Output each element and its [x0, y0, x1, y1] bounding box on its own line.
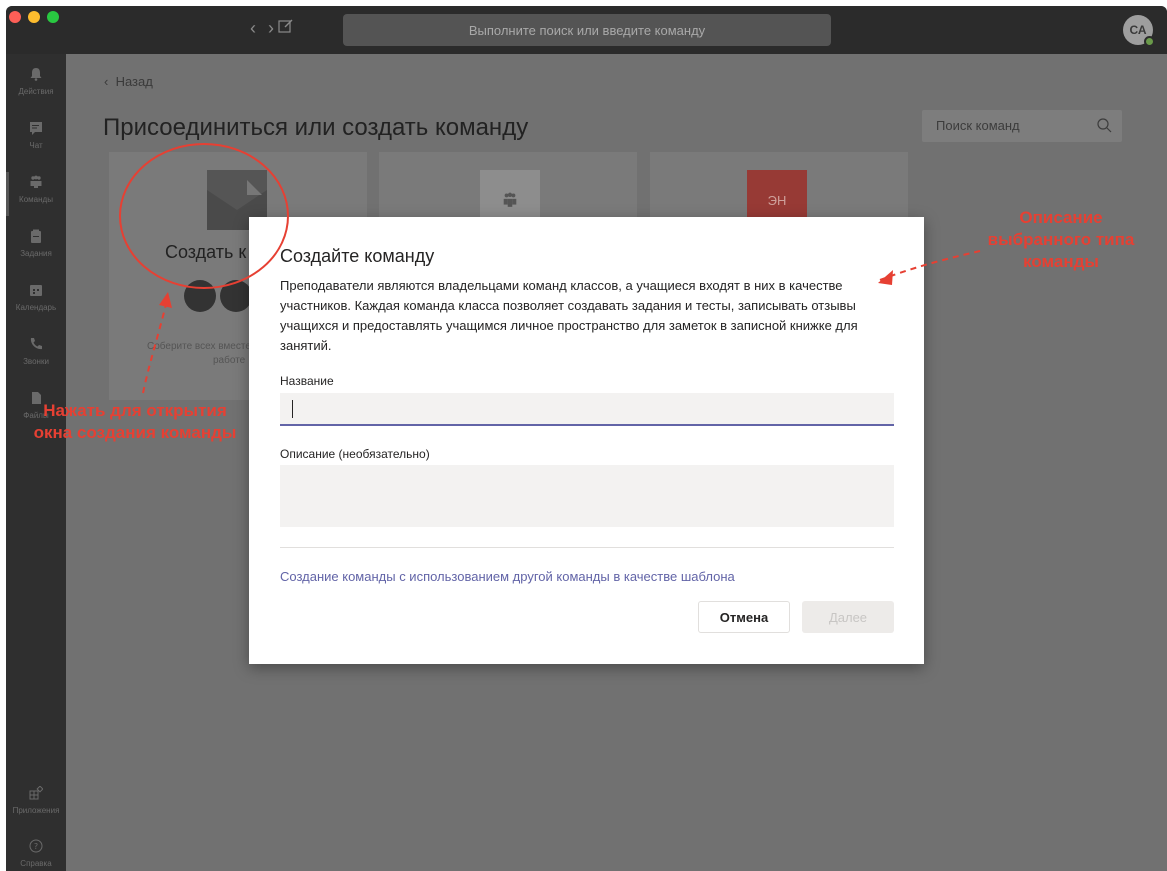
people-icon — [503, 192, 517, 207]
rail-item-help[interactable]: ? Справка — [6, 832, 66, 871]
back-link-label: Назад — [115, 74, 153, 89]
rail-item-label: Звонки — [23, 357, 49, 366]
command-search-input[interactable]: Выполните поиск или введите команду — [343, 14, 831, 46]
compose-icon[interactable] — [278, 18, 294, 34]
dialog-description: Преподаватели являются владельцами коман… — [280, 278, 858, 353]
forward-arrow-icon[interactable]: › — [268, 18, 274, 39]
card-title: Создать к — [165, 242, 247, 262]
annotation-create-team: Нажать для открытия окна создания команд… — [33, 401, 237, 442]
rail-item-apps[interactable]: Приложения — [6, 779, 66, 833]
chat-icon — [30, 122, 42, 135]
bell-icon — [30, 68, 42, 81]
cancel-button[interactable]: Отмена — [698, 601, 790, 633]
close-window-button[interactable] — [9, 11, 21, 23]
phone-icon — [30, 338, 42, 350]
rail-item-label: Календарь — [15, 303, 57, 312]
chevron-left-icon: ‹ — [104, 74, 116, 89]
name-field-label: Название — [280, 374, 334, 388]
team-description-input[interactable] — [280, 465, 894, 527]
rail-item-label: Команды — [19, 195, 53, 204]
rail-item-calendar[interactable]: Календарь — [6, 276, 66, 330]
rail-item-calls[interactable]: Звонки — [6, 330, 66, 384]
rail-item-label: Действия — [18, 87, 54, 96]
app-bar: Действия Чат Команды Задания Календарь З… — [6, 54, 66, 871]
rail-item-label: Справка — [20, 859, 52, 868]
minimize-window-button[interactable] — [28, 11, 40, 23]
text-caret — [292, 400, 293, 418]
member-avatars — [184, 280, 256, 317]
team-search-input[interactable]: Поиск команд — [922, 110, 1122, 142]
rail-item-assignments[interactable]: Задания — [6, 222, 66, 276]
search-icon — [1097, 118, 1112, 133]
description-field-label: Описание (необязательно) — [280, 447, 430, 461]
annotation-team-type: Описание выбранного типа команды — [987, 208, 1135, 271]
back-link[interactable]: ‹ Назад — [104, 74, 153, 89]
rail-item-label: Приложения — [12, 806, 60, 815]
presence-status-badge — [1144, 36, 1155, 47]
rail-item-chat[interactable]: Чат — [6, 114, 66, 168]
teams-icon — [30, 175, 42, 188]
title-bar: ‹ › Выполните поиск или введите команду … — [6, 6, 1167, 54]
team-name-input[interactable] — [280, 393, 894, 426]
assignments-icon — [31, 229, 41, 243]
rail-item-label: Чат — [29, 141, 43, 150]
team-search-placeholder: Поиск команд — [936, 118, 1020, 133]
svg-text:?: ? — [34, 842, 38, 851]
avatar[interactable]: СА — [1123, 15, 1155, 47]
apps-icon — [29, 786, 43, 800]
back-arrow-icon[interactable]: ‹ — [250, 18, 256, 39]
next-button[interactable]: Далее — [802, 601, 894, 633]
calendar-icon — [30, 285, 42, 296]
rail-item-teams[interactable]: Команды — [6, 168, 66, 222]
help-icon: ? — [29, 839, 43, 853]
create-team-dialog: Создайте команду Преподаватели являются … — [249, 217, 924, 664]
divider — [280, 547, 894, 548]
create-from-template-link[interactable]: Создание команды с использованием другой… — [280, 569, 735, 584]
maximize-window-button[interactable] — [47, 11, 59, 23]
dialog-title: Создайте команду — [280, 246, 435, 266]
rail-item-activity[interactable]: Действия — [6, 60, 66, 114]
page-title: Присоединиться или создать команду — [103, 114, 529, 141]
avatar-initials: СА — [1129, 23, 1147, 37]
rail-item-label: Задания — [20, 249, 52, 258]
